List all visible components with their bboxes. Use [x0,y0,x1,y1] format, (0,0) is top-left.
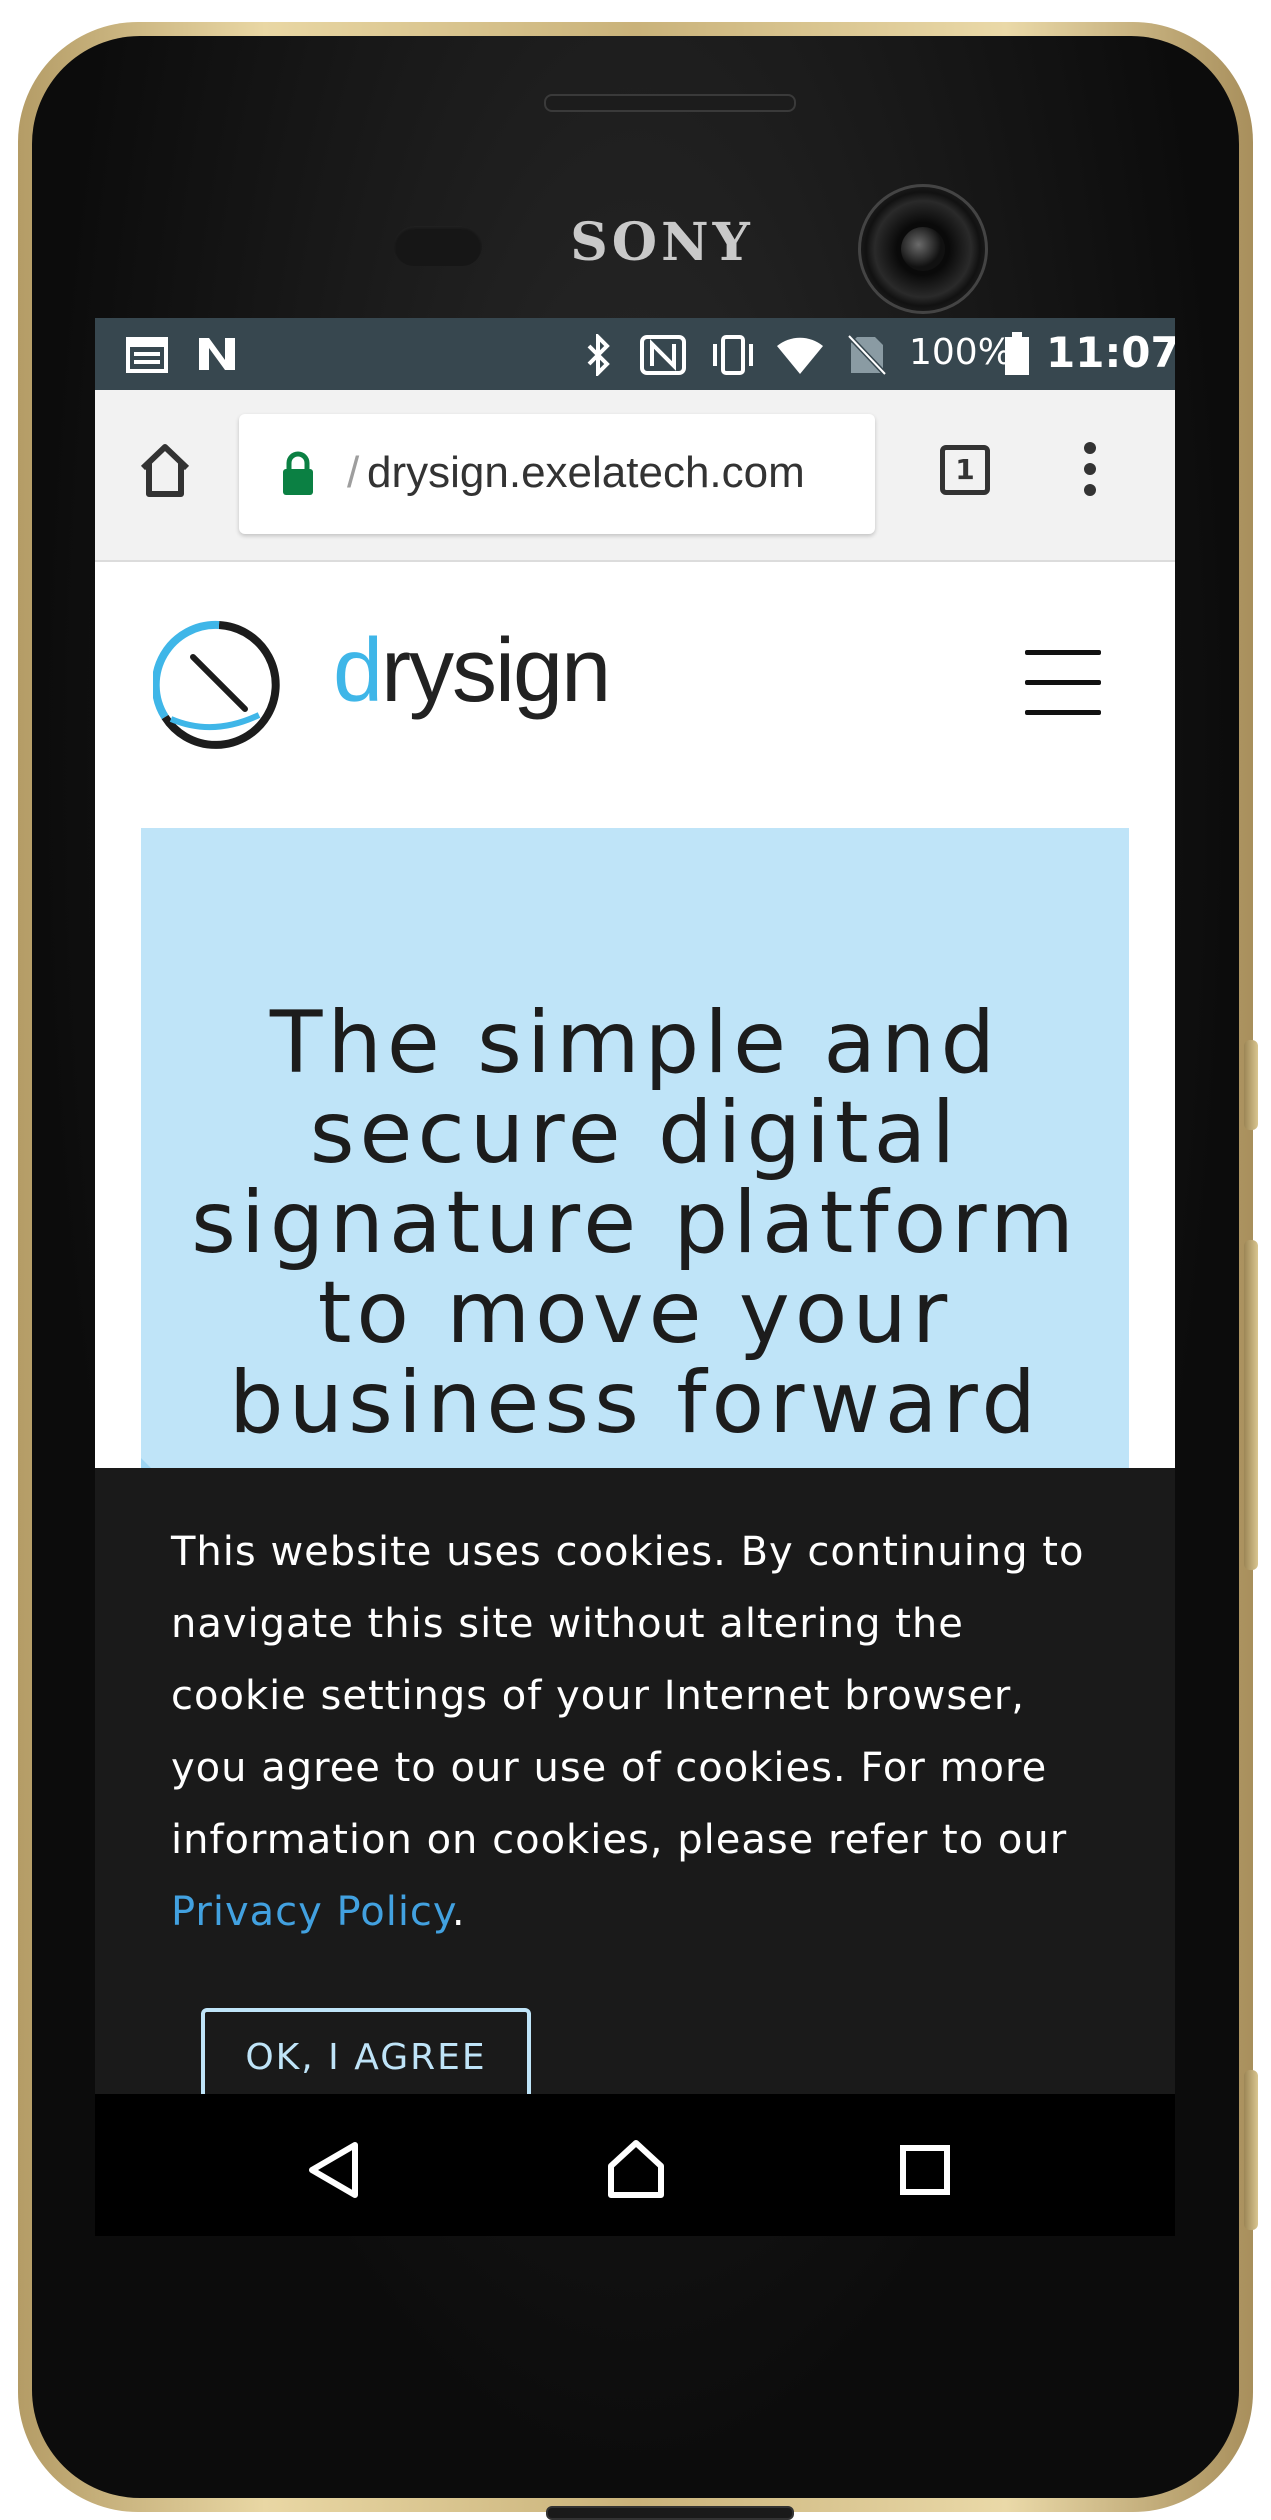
nfc-icon [640,335,686,375]
agree-button[interactable]: OK, I AGREE [201,2008,531,2108]
volume-button [1244,1040,1258,1130]
earpiece-speaker [544,94,796,112]
proximity-sensor [394,226,482,266]
drysign-logo-text[interactable]: drysign [333,620,611,723]
site-header: drysign [95,562,1175,824]
url-scheme: / [347,448,360,497]
battery-icon [1005,332,1029,375]
front-camera [858,184,988,314]
status-clock: 11:07 [1046,328,1175,377]
phone-screen: 100% 11:07 / drysign.exelatech.com 1 dry… [95,318,1175,2236]
browser-toolbar: / drysign.exelatech.com 1 [95,390,1175,562]
no-sim-icon [847,334,887,376]
browser-menu-icon[interactable] [1080,442,1100,502]
recents-icon[interactable] [899,2144,951,2196]
url-text: drysign.exelatech.com [367,448,805,497]
camera-lens [901,227,945,271]
privacy-policy-link[interactable]: Privacy Policy [171,1889,452,1935]
lock-icon [283,451,313,495]
logo-letter-d: d [333,621,383,721]
navigation-bar [95,2094,1175,2236]
logo-wordmark: rysign [381,621,611,721]
back-icon[interactable] [305,2140,361,2200]
cookie-message: This website uses cookies. By continuing… [171,1516,1111,1948]
calendar-icon [126,337,168,373]
power-button [1244,1240,1258,1570]
camera-button [1244,2070,1258,2230]
device-brand: SONY [570,212,754,273]
home-icon[interactable] [605,2138,667,2200]
tab-switcher-button[interactable]: 1 [940,445,990,495]
cookie-banner: This website uses cookies. By continuing… [95,1468,1175,2108]
wifi-icon [777,337,823,374]
cookie-message-text: This website uses cookies. By continuing… [171,1529,1085,1863]
browser-home-icon[interactable] [133,438,197,502]
hero-title: The simple and secure digital signature … [191,993,1079,1453]
bottom-speaker [546,2506,794,2520]
nfc-app-icon [199,338,235,370]
vibrate-icon [713,335,753,375]
status-bar: 100% 11:07 [95,318,1175,390]
bluetooth-icon [587,334,610,376]
hamburger-menu-icon[interactable] [1025,650,1101,716]
battery-percent: 100% [909,332,1012,373]
url-bar[interactable]: / drysign.exelatech.com [239,414,875,534]
drysign-logo-mark[interactable] [153,619,285,751]
cookie-message-suffix: . [451,1889,466,1935]
